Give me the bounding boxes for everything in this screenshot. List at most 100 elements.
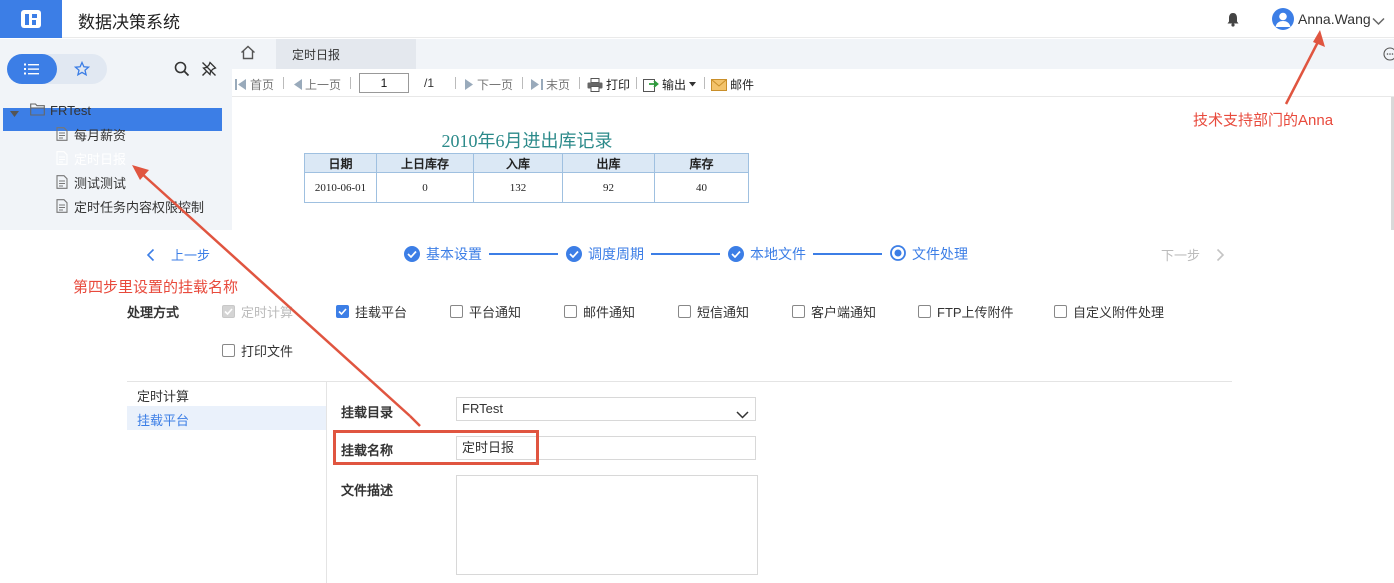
- print-button[interactable]: 打印: [587, 76, 630, 93]
- toolbar-divider: [522, 77, 523, 89]
- option-platform-notice[interactable]: 平台通知: [450, 302, 521, 321]
- first-page-button[interactable]: 首页: [235, 76, 274, 93]
- column-header: 出库: [562, 153, 655, 173]
- table-cell: 40: [654, 172, 749, 203]
- favorites-tab[interactable]: [57, 54, 107, 84]
- toolbar-divider: [704, 77, 705, 89]
- file-description-textarea[interactable]: [456, 475, 758, 575]
- option-label: 短信通知: [697, 305, 750, 320]
- step-local-file[interactable]: 本地文件: [728, 244, 806, 264]
- column-header: 日期: [304, 153, 377, 173]
- checkbox[interactable]: [336, 305, 349, 318]
- app-title: 数据决策系统: [78, 13, 180, 32]
- tree-item-permission-control[interactable]: 定时任务内容权限控制: [0, 194, 232, 218]
- menu-item-scheduled-calc[interactable]: 定时计算: [137, 386, 189, 405]
- option-client-notice[interactable]: 客户端通知: [792, 302, 876, 321]
- option-scheduled-calc[interactable]: 定时计算: [222, 302, 293, 321]
- home-icon[interactable]: [240, 45, 256, 65]
- email-label: 邮件: [730, 78, 755, 92]
- more-options-icon[interactable]: [1383, 47, 1394, 66]
- checkbox[interactable]: [564, 305, 577, 318]
- tree-folder-frtest[interactable]: FRTest: [0, 98, 232, 122]
- option-label: 打印文件: [241, 344, 294, 359]
- option-print-file[interactable]: 打印文件: [222, 341, 293, 360]
- checkbox[interactable]: [450, 305, 463, 318]
- option-label: 邮件通知: [583, 305, 636, 320]
- printer-icon: [587, 77, 603, 92]
- search-icon[interactable]: [174, 61, 190, 82]
- last-page-button[interactable]: 末页: [531, 76, 570, 93]
- option-email-notice[interactable]: 邮件通知: [564, 302, 635, 321]
- toolbar-divider: [455, 77, 456, 89]
- caret-down-icon: [689, 82, 697, 87]
- chevron-down-icon: [736, 404, 749, 426]
- next-step-label: 下一步: [1161, 248, 1201, 263]
- prev-page-button[interactable]: 上一页: [293, 76, 341, 93]
- mount-directory-value: FRTest: [462, 401, 503, 416]
- step-label: 基本设置: [426, 246, 482, 262]
- next-page-label: 下一页: [477, 78, 514, 92]
- document-icon: [56, 199, 68, 216]
- previous-step-button[interactable]: 上一步: [146, 245, 210, 264]
- annotation-user-note: 技术支持部门的Anna: [1193, 112, 1334, 129]
- option-label: 自定义附件处理: [1073, 305, 1165, 320]
- email-button[interactable]: 邮件: [711, 76, 754, 93]
- username[interactable]: Anna.Wang: [1298, 11, 1371, 27]
- print-label: 打印: [606, 78, 631, 92]
- option-mount-platform[interactable]: 挂载平台: [336, 302, 407, 321]
- option-label: 客户端通知: [811, 305, 877, 320]
- step-complete-icon: [566, 246, 582, 262]
- export-button[interactable]: 输出: [643, 76, 697, 93]
- option-label: 定时计算: [241, 305, 294, 320]
- unpin-icon[interactable]: [201, 61, 217, 82]
- option-sms-notice[interactable]: 短信通知: [678, 302, 749, 321]
- tree-item-test[interactable]: 测试测试: [0, 170, 232, 194]
- menu-item-mount-platform[interactable]: 挂载平台: [137, 410, 189, 429]
- directory-tab[interactable]: [7, 54, 57, 84]
- last-page-icon: [531, 79, 543, 90]
- processing-method-label: 处理方式: [127, 305, 180, 320]
- file-description-label: 文件描述: [341, 483, 394, 498]
- step-schedule[interactable]: 调度周期: [566, 244, 644, 264]
- checkbox[interactable]: [678, 305, 691, 318]
- next-step-button[interactable]: 下一步: [1161, 245, 1225, 264]
- tree-item-label: 每月薪资: [74, 127, 127, 143]
- table-cell: 2010-06-01: [304, 172, 377, 203]
- annotation-name-note: 第四步里设置的挂载名称: [73, 279, 239, 296]
- annotation-highlight-box: [333, 430, 539, 465]
- envelope-icon: [711, 78, 727, 91]
- mount-directory-select[interactable]: FRTest: [456, 397, 756, 421]
- top-bar: 数据决策系统 Anna.Wang: [0, 0, 1394, 38]
- app-logo[interactable]: [0, 0, 62, 38]
- checkbox[interactable]: [222, 305, 235, 318]
- table-cell: 132: [473, 172, 563, 203]
- tree-item-monthly-salary[interactable]: 每月薪资: [0, 122, 232, 146]
- sidebar-mode-switch: [7, 54, 107, 84]
- checkbox[interactable]: [222, 344, 235, 357]
- step-file-processing[interactable]: 文件处理: [890, 244, 968, 264]
- document-icon: [56, 175, 68, 192]
- next-page-button[interactable]: 下一页: [465, 76, 513, 93]
- document-icon: [56, 151, 68, 168]
- caret-down-icon[interactable]: [10, 106, 19, 121]
- option-ftp-upload[interactable]: FTP上传附件: [918, 302, 1014, 321]
- chevron-down-icon[interactable]: [1372, 13, 1385, 31]
- page-number-input[interactable]: [359, 73, 409, 93]
- tree-item-label: 定时日报: [74, 151, 127, 167]
- tree-item-daily-report[interactable]: 定时日报: [0, 146, 232, 170]
- step-complete-icon: [728, 246, 744, 262]
- table-cell: 0: [376, 172, 474, 203]
- step-connector: [489, 253, 558, 255]
- list-icon: [24, 63, 39, 75]
- notification-bell-icon[interactable]: [1226, 12, 1240, 32]
- tab-daily-report[interactable]: 定时日报: [276, 39, 416, 69]
- toolbar-divider: [579, 77, 580, 89]
- option-custom-attachment[interactable]: 自定义附件处理: [1054, 302, 1164, 321]
- checkbox[interactable]: [1054, 305, 1067, 318]
- checkbox[interactable]: [918, 305, 931, 318]
- step-basic-settings[interactable]: 基本设置: [404, 244, 482, 264]
- checkbox[interactable]: [792, 305, 805, 318]
- step-current-icon: [890, 244, 906, 264]
- toolbar-divider: [283, 77, 284, 89]
- avatar[interactable]: [1272, 8, 1294, 30]
